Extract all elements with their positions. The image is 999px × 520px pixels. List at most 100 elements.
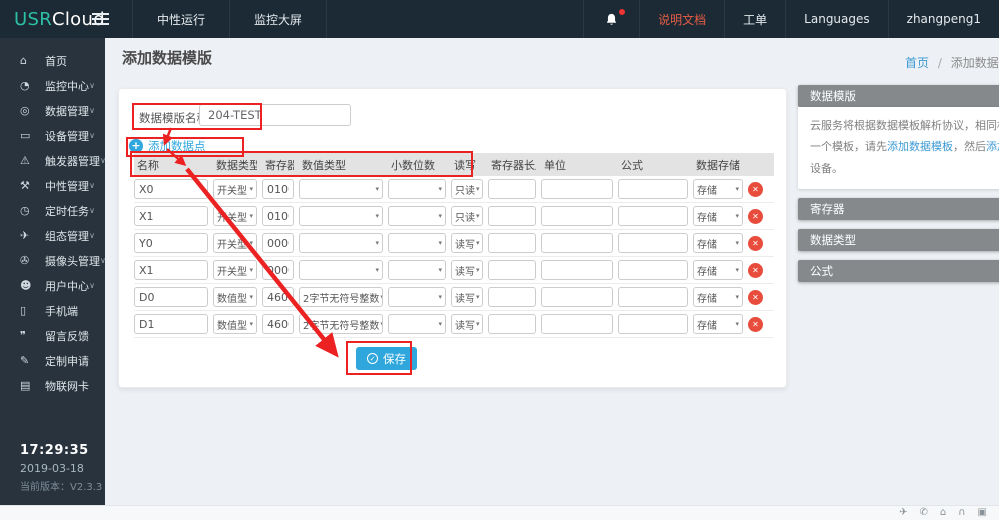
delete-row-button[interactable]: ✕ [748,290,763,305]
unit-input[interactable] [541,233,613,253]
delete-row-button[interactable]: ✕ [748,182,763,197]
register-input[interactable] [262,206,294,226]
formula-input[interactable] [618,179,688,199]
user-menu[interactable]: zhangpeng1 [888,0,999,38]
register-input[interactable] [262,314,294,334]
nav-menu-item[interactable]: 监控大屏 [229,0,327,38]
storage-select[interactable]: 存储▾ [693,179,743,199]
unit-input[interactable] [541,179,613,199]
point-name-input[interactable] [134,287,208,307]
register-length-input[interactable] [488,206,536,226]
decimals-select[interactable]: ▾ [388,260,446,280]
register-length-input[interactable] [488,287,536,307]
breadcrumb-home-link[interactable]: 首页 [905,56,929,70]
read-write-select[interactable]: 读写▾ [451,314,483,334]
headset-icon[interactable]: ∩ [958,508,965,518]
value-type-select[interactable]: ▾ [299,206,383,226]
register-length-input[interactable] [488,314,536,334]
sidebar-item[interactable]: ❞留言反馈 [0,323,105,348]
delete-row-button[interactable]: ✕ [748,209,763,224]
register-length-input[interactable] [488,179,536,199]
help-inline-link[interactable]: 添加数据点 [986,140,999,153]
data-type-select[interactable]: 开关型▾ [213,233,257,253]
point-name-input[interactable] [134,260,208,280]
sidebar-item[interactable]: ⚠触发器管理∨ [0,148,105,173]
formula-input[interactable] [618,314,688,334]
read-write-select[interactable]: 只读▾ [451,179,483,199]
sidebar-item[interactable]: ◷定时任务∨ [0,198,105,223]
register-input[interactable] [262,179,294,199]
help-section-header[interactable]: 公式 [798,260,999,282]
point-name-input[interactable] [134,206,208,226]
phone-icon[interactable]: ✆ [919,508,927,518]
decimals-select[interactable]: ▾ [388,233,446,253]
value-type-select[interactable]: ▾ [299,179,383,199]
help-section-header[interactable]: 数据模版 [798,85,999,107]
delete-row-button[interactable]: ✕ [748,317,763,332]
point-name-input[interactable] [134,179,208,199]
value-type-select[interactable]: ▾ [299,233,383,253]
delete-row-button[interactable]: ✕ [748,263,763,278]
unit-input[interactable] [541,260,613,280]
sidebar-item[interactable]: ✇摄像头管理∨ [0,248,105,273]
save-button[interactable]: ✓ 保存 [356,347,417,370]
notifications-button[interactable] [583,0,639,38]
languages-menu[interactable]: Languages [785,0,887,38]
read-write-select[interactable]: 只读▾ [451,206,483,226]
decimals-select[interactable]: ▾ [388,314,446,334]
point-name-input[interactable] [134,314,208,334]
menu-toggle-icon[interactable] [92,0,126,38]
register-length-input[interactable] [488,260,536,280]
app-logo[interactable]: USRCloud [0,0,92,38]
register-length-input[interactable] [488,233,536,253]
data-type-select[interactable]: 开关型▾ [213,260,257,280]
monitor-icon[interactable]: ▣ [978,508,987,518]
value-type-select[interactable]: 2字节无符号整数▾ [299,314,383,334]
storage-select[interactable]: 存储▾ [693,287,743,307]
register-input[interactable] [262,287,294,307]
register-input[interactable] [262,260,294,280]
formula-input[interactable] [618,206,688,226]
send-icon[interactable]: ✈ [899,508,907,518]
sidebar-item[interactable]: ✎定制申请 [0,348,105,373]
decimals-select[interactable]: ▾ [388,287,446,307]
formula-input[interactable] [618,287,688,307]
decimals-select[interactable]: ▾ [388,179,446,199]
help-inline-link[interactable]: 添加数据模板 [887,140,953,153]
value-type-select[interactable]: 2字节无符号整数▾ [299,287,383,307]
unit-input[interactable] [541,287,613,307]
read-write-select[interactable]: 读写▾ [451,233,483,253]
data-type-select[interactable]: 数值型▾ [213,287,257,307]
value-type-select[interactable]: ▾ [299,260,383,280]
sidebar-item[interactable]: ⚒中性管理∨ [0,173,105,198]
read-write-select[interactable]: 读写▾ [451,260,483,280]
data-type-select[interactable]: 数值型▾ [213,314,257,334]
sidebar-item[interactable]: ✈组态管理∨ [0,223,105,248]
unit-input[interactable] [541,206,613,226]
register-input[interactable] [262,233,294,253]
sidebar-item[interactable]: ▤物联网卡 [0,373,105,398]
formula-input[interactable] [618,233,688,253]
help-section-header[interactable]: 寄存器 [798,198,999,220]
formula-input[interactable] [618,260,688,280]
decimals-select[interactable]: ▾ [388,206,446,226]
delete-row-button[interactable]: ✕ [748,236,763,251]
work-order-link[interactable]: 工单 [724,0,785,38]
sidebar-item[interactable]: ⌂首页 [0,48,105,73]
sidebar-item[interactable]: ◎数据管理∨ [0,98,105,123]
storage-select[interactable]: 存储▾ [693,233,743,253]
building-icon[interactable]: ⌂ [940,508,946,518]
read-write-select[interactable]: 读写▾ [451,287,483,307]
docs-link[interactable]: 说明文档 [639,0,724,38]
nav-menu-item[interactable]: 中性运行 [132,0,229,38]
data-type-select[interactable]: 开关型▾ [213,206,257,226]
storage-select[interactable]: 存储▾ [693,314,743,334]
storage-select[interactable]: 存储▾ [693,260,743,280]
sidebar-item[interactable]: ▭设备管理∨ [0,123,105,148]
sidebar-item[interactable]: ▯手机端 [0,298,105,323]
data-type-select[interactable]: 开关型▾ [213,179,257,199]
sidebar-item[interactable]: ☻用户中心∨ [0,273,105,298]
unit-input[interactable] [541,314,613,334]
sidebar-item[interactable]: ◔监控中心∨ [0,73,105,98]
storage-select[interactable]: 存储▾ [693,206,743,226]
